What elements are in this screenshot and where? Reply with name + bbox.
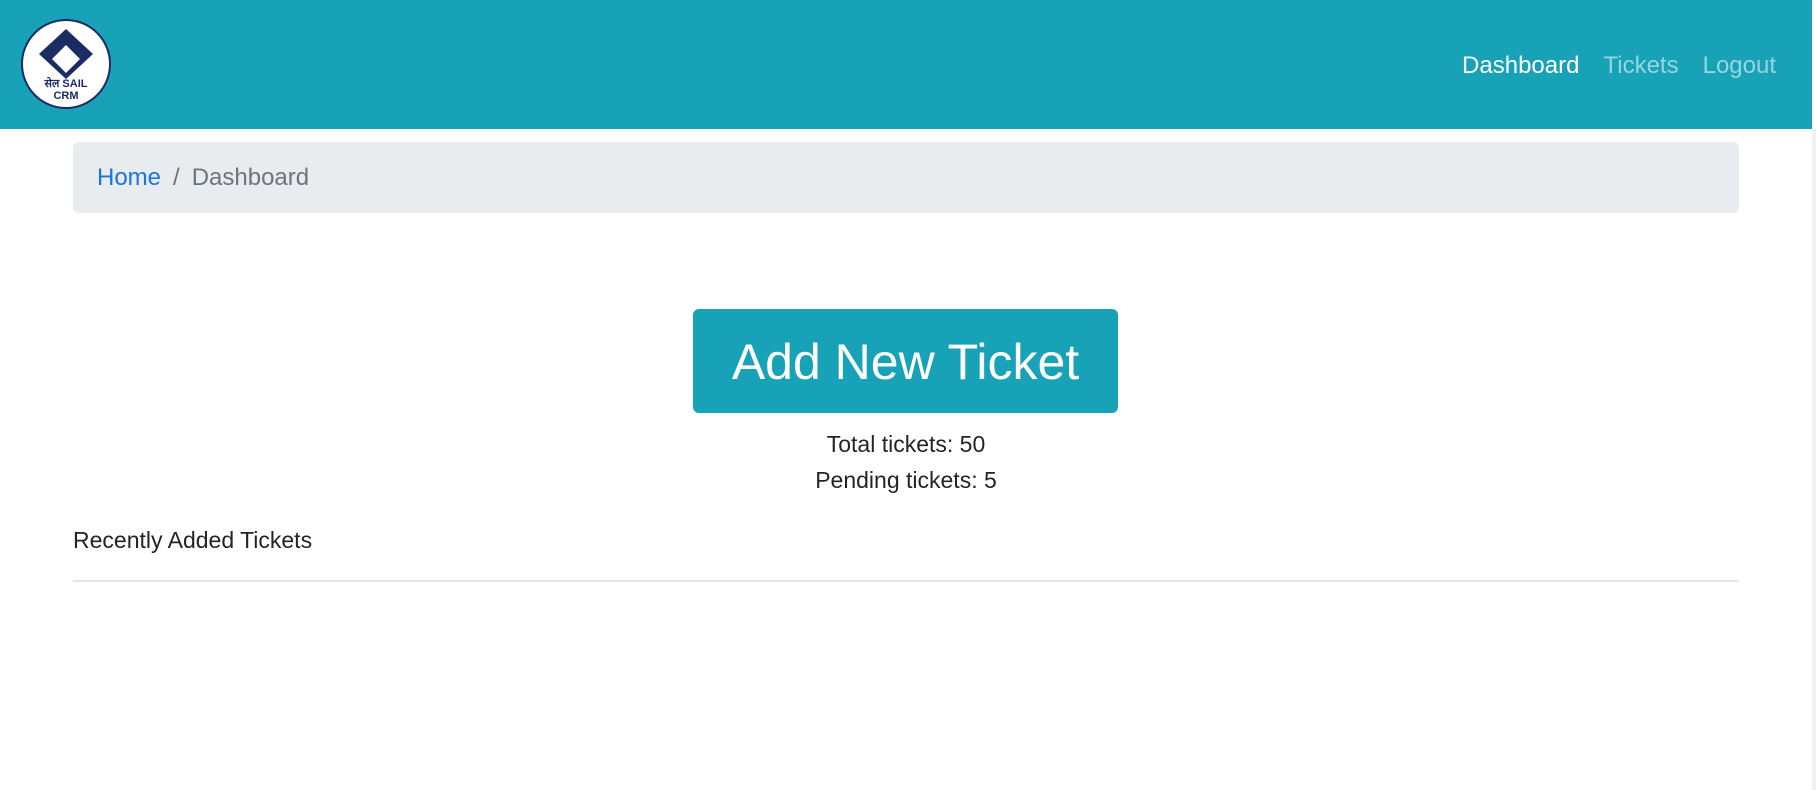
recent-tickets-heading: Recently Added Tickets bbox=[73, 527, 313, 553]
nav-dashboard[interactable]: Dashboard bbox=[1462, 52, 1579, 80]
sail-crm-logo[interactable]: सेल SAIL CRM bbox=[21, 19, 111, 109]
breadcrumb-current: Dashboard bbox=[191, 163, 310, 191]
add-new-ticket-button[interactable]: Add New Ticket bbox=[693, 309, 1118, 413]
logo-text-crm: CRM bbox=[53, 90, 79, 102]
nav-tickets[interactable]: Tickets bbox=[1603, 52, 1678, 80]
breadcrumb: Home / Dashboard bbox=[73, 142, 1739, 213]
page: सेल SAIL CRM Dashboard Tickets Logout Ho… bbox=[0, 0, 1816, 790]
page-scrollbar[interactable] bbox=[1812, 129, 1816, 790]
pending-tickets-count: Pending tickets: 5 bbox=[815, 467, 997, 493]
top-navbar: सेल SAIL CRM Dashboard Tickets Logout bbox=[0, 0, 1812, 129]
logo-text-sail: सेल SAIL bbox=[44, 78, 88, 90]
breadcrumb-separator: / bbox=[173, 163, 180, 191]
breadcrumb-home-link[interactable]: Home bbox=[97, 164, 161, 192]
main-nav: Dashboard Tickets Logout bbox=[1462, 52, 1776, 80]
total-tickets-count: Total tickets: 50 bbox=[826, 431, 986, 457]
nav-logout[interactable]: Logout bbox=[1703, 52, 1776, 80]
section-divider bbox=[73, 580, 1739, 582]
